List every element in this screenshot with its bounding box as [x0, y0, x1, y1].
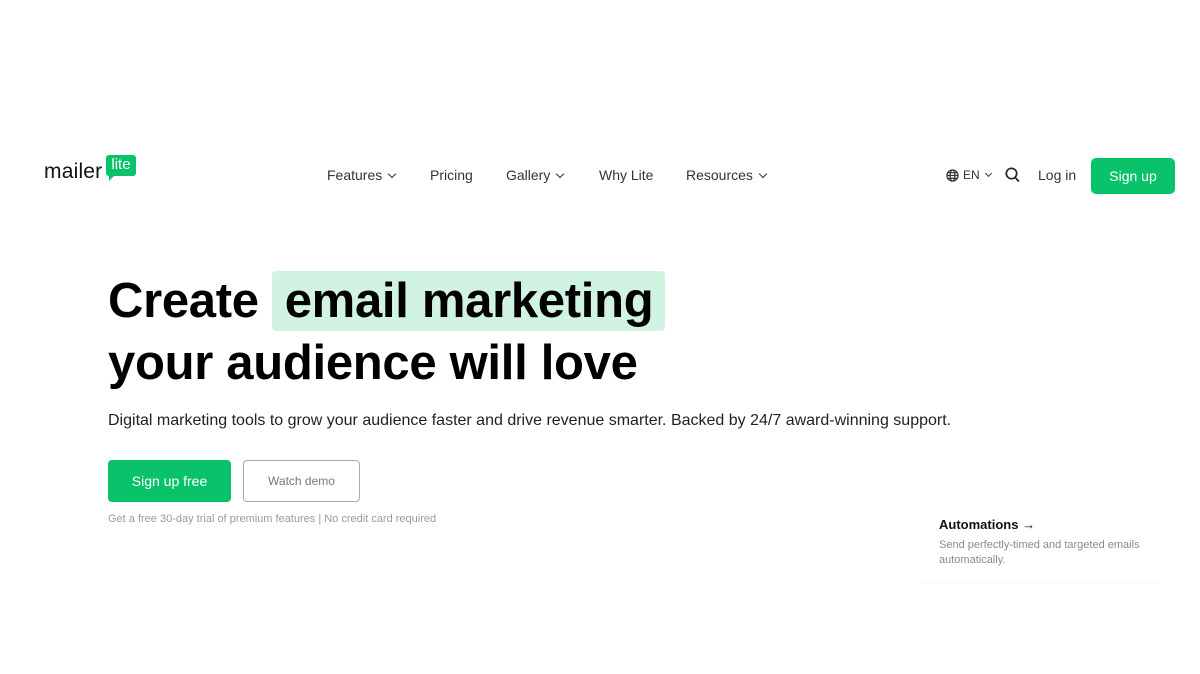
nav-item-why-lite[interactable]: Why Lite — [599, 167, 653, 183]
nav-item-features[interactable]: Features — [327, 167, 397, 183]
feature-card-description: Send perfectly-timed and targeted emails… — [939, 539, 1140, 566]
globe-icon — [946, 168, 959, 182]
nav-item-label: Resources — [686, 167, 753, 183]
chevron-down-icon — [556, 169, 565, 178]
nav-item-gallery[interactable]: Gallery — [506, 167, 565, 183]
site-header: mailer lite Features Pricing Gallery Why… — [0, 155, 1200, 196]
nav-item-resources[interactable]: Resources — [686, 167, 768, 183]
nav-item-label: Gallery — [506, 167, 551, 183]
feature-card-title-text: Automations — [939, 517, 1019, 532]
language-selector[interactable]: EN — [946, 168, 992, 182]
hero-subtitle: Digital marketing tools to grow your aud… — [108, 412, 952, 429]
hero-title-highlight: email marketing — [271, 271, 666, 331]
trial-note: Get a free 30-day trial of premium featu… — [108, 513, 437, 525]
signup-free-button[interactable]: Sign up free — [108, 460, 231, 502]
nav-item-label: Why Lite — [599, 167, 654, 183]
feature-card-title: Automations → — [939, 517, 1035, 532]
logo-wordmark: mailer — [44, 160, 103, 183]
hero-title-line-1: Create email marketing — [108, 270, 666, 332]
search-icon — [1005, 167, 1020, 183]
login-link[interactable]: Log in — [1038, 167, 1076, 183]
nav-item-label: Features — [327, 167, 383, 183]
signup-button[interactable]: Sign up — [1091, 158, 1175, 194]
arrow-right-icon: → — [1022, 517, 1036, 532]
language-label: EN — [963, 168, 980, 182]
chevron-down-icon — [758, 169, 768, 178]
nav-item-label: Pricing — [430, 167, 473, 183]
watch-demo-button[interactable]: Watch demo — [243, 460, 360, 502]
mailerlite-logo[interactable]: mailer lite — [44, 155, 136, 184]
hero-title-prefix: Create — [108, 274, 259, 328]
nav-item-pricing[interactable]: Pricing — [430, 167, 473, 183]
chevron-down-icon — [984, 169, 992, 178]
hero-title-line-2: your audience will love — [108, 336, 638, 390]
hero-title: Create email marketing your audience wil… — [108, 270, 666, 394]
search-button[interactable] — [1005, 167, 1020, 188]
chevron-down-icon — [388, 169, 397, 178]
feature-card-automations[interactable]: Automations → Send perfectly-timed and t… — [920, 510, 1160, 584]
logo-badge: lite — [106, 155, 136, 181]
page: mailer lite Features Pricing Gallery Why… — [0, 0, 1200, 674]
